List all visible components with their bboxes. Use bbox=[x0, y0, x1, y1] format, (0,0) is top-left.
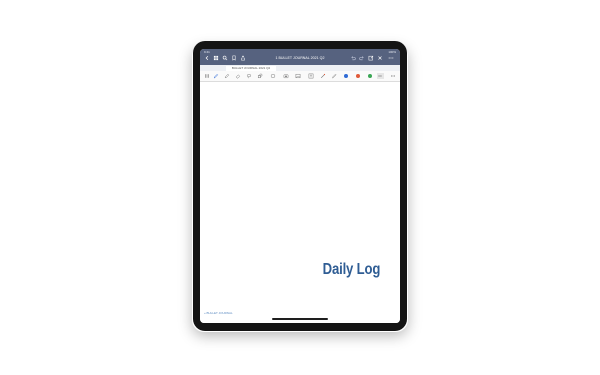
tablet-device: 9:41 100% 1 BULLET JOURNAL 2021 Q2 BULLE… bbox=[193, 41, 407, 331]
color-swatch-green[interactable] bbox=[368, 74, 372, 78]
close-icon[interactable] bbox=[377, 55, 383, 61]
color-swatch-orange[interactable] bbox=[356, 74, 360, 78]
share-icon[interactable] bbox=[240, 55, 246, 61]
lasso-icon[interactable] bbox=[246, 73, 252, 79]
journal-page[interactable]: Daily Log « BULLET JOURNAL bbox=[200, 82, 400, 323]
bookmark-icon[interactable] bbox=[231, 55, 237, 61]
undo-icon[interactable] bbox=[350, 55, 356, 61]
color-swatch-blue[interactable] bbox=[344, 74, 348, 78]
laser-pointer-icon[interactable] bbox=[320, 73, 326, 79]
edit-icon[interactable] bbox=[368, 55, 374, 61]
tablet-screen: 9:41 100% 1 BULLET JOURNAL 2021 Q2 BULLE… bbox=[200, 49, 400, 323]
redo-icon[interactable] bbox=[359, 55, 365, 61]
document-title[interactable]: 1 BULLET JOURNAL 2021 Q2 bbox=[262, 56, 338, 60]
status-bar: 9:41 100% bbox=[200, 49, 400, 54]
drawing-toolbar bbox=[200, 71, 400, 82]
stroke-size-selector[interactable] bbox=[377, 73, 384, 79]
title-bar: 9:41 100% 1 BULLET JOURNAL 2021 Q2 bbox=[200, 49, 400, 65]
shapes-icon[interactable] bbox=[257, 73, 263, 79]
highlighter-icon[interactable] bbox=[224, 73, 230, 79]
image-icon[interactable] bbox=[295, 73, 301, 79]
back-icon[interactable] bbox=[204, 55, 210, 61]
ruler-icon[interactable] bbox=[331, 73, 337, 79]
text-icon[interactable] bbox=[308, 73, 314, 79]
ellipse-icon[interactable] bbox=[270, 73, 276, 79]
home-indicator[interactable] bbox=[272, 318, 328, 320]
pen-icon[interactable] bbox=[213, 73, 219, 79]
grid-icon[interactable] bbox=[213, 55, 219, 61]
status-time: 9:41 bbox=[204, 49, 210, 54]
more-icon[interactable] bbox=[390, 73, 396, 79]
back-to-index-link[interactable]: « BULLET JOURNAL bbox=[204, 311, 233, 315]
sidebar-icon[interactable] bbox=[204, 73, 210, 79]
camera-icon[interactable] bbox=[283, 73, 289, 79]
search-icon[interactable] bbox=[222, 55, 228, 61]
page-heading: Daily Log bbox=[322, 261, 380, 278]
eraser-icon[interactable] bbox=[235, 73, 241, 79]
stage: 9:41 100% 1 BULLET JOURNAL 2021 Q2 BULLE… bbox=[0, 0, 600, 375]
status-indicators: 100% bbox=[388, 49, 396, 54]
more-icon[interactable] bbox=[388, 55, 394, 61]
tab-document[interactable]: BULLET JOURNAL 2021 Q2 bbox=[226, 65, 276, 71]
